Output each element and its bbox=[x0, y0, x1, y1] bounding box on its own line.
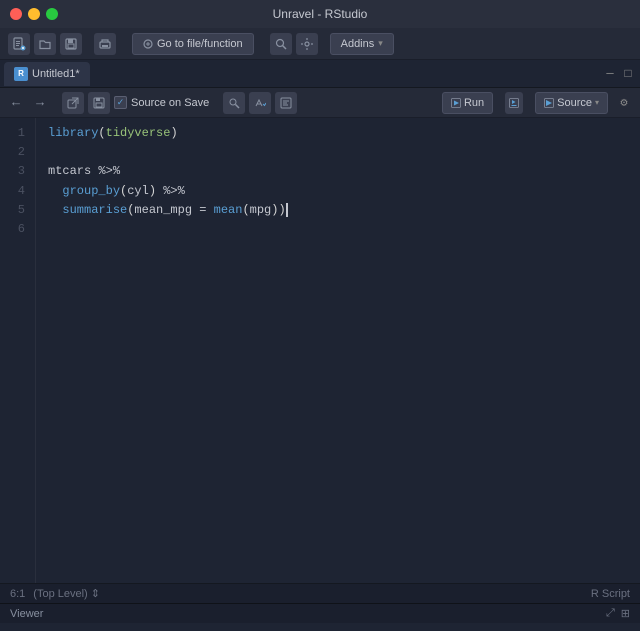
code-line-5: summarise(mean_mpg = mean(mpg)) bbox=[48, 201, 628, 220]
print-button[interactable] bbox=[94, 33, 116, 55]
source-on-save-checkbox[interactable]: ✓ bbox=[114, 96, 127, 109]
maximize-button[interactable] bbox=[46, 8, 58, 20]
minimize-button[interactable] bbox=[28, 8, 40, 20]
line-num-1: 1 bbox=[0, 124, 25, 143]
open-file-button[interactable] bbox=[34, 33, 56, 55]
goto-button[interactable]: Go to file/function bbox=[132, 33, 254, 55]
code-token: library bbox=[48, 124, 98, 143]
editor-toolbar: ← → ✓ Source on Save bbox=[0, 88, 640, 118]
cursor-position: 6:1 bbox=[10, 588, 25, 600]
source-on-save-label: Source on Save bbox=[131, 97, 209, 109]
tab-end-buttons: ─ □ bbox=[602, 66, 636, 82]
editor-tab[interactable]: R Untitled1* bbox=[4, 62, 90, 86]
compile-button[interactable] bbox=[275, 92, 297, 114]
window-title: Unravel - RStudio bbox=[273, 7, 368, 21]
forward-button[interactable]: → bbox=[30, 93, 50, 113]
toolbar-settings-button[interactable]: ⚙ bbox=[614, 93, 634, 113]
search-in-editor-button[interactable] bbox=[223, 92, 245, 114]
r-file-icon: R bbox=[14, 67, 28, 81]
source-dropdown-arrow: ▾ bbox=[595, 98, 599, 107]
addins-arrow: ▾ bbox=[378, 38, 383, 49]
close-button[interactable] bbox=[10, 8, 22, 20]
bottom-bar: Viewer ⤢ ⊞ bbox=[0, 603, 640, 623]
expand-button[interactable]: □ bbox=[620, 66, 636, 82]
viewer-label: Viewer bbox=[10, 608, 43, 620]
line-num-3: 3 bbox=[0, 162, 25, 181]
run-button[interactable]: Run bbox=[442, 92, 493, 114]
save-file-button[interactable] bbox=[88, 92, 110, 114]
line-num-4: 4 bbox=[0, 182, 25, 201]
addins-button[interactable]: Addins ▾ bbox=[330, 33, 394, 55]
run-down-button[interactable] bbox=[505, 92, 523, 114]
status-bar: 6:1 (Top Level) ⇕ R Script bbox=[0, 583, 640, 603]
menu-bar: Go to file/function Addins ▾ bbox=[0, 28, 640, 60]
addins-label: Addins bbox=[341, 38, 375, 50]
goto-label: Go to file/function bbox=[157, 38, 243, 50]
run-label: Run bbox=[464, 97, 484, 109]
editor-area: 1 2 3 4 5 6 library(tidyverse) mtcars %>… bbox=[0, 118, 640, 583]
search-button[interactable] bbox=[270, 33, 292, 55]
code-line-2 bbox=[48, 143, 628, 162]
scope-level: (Top Level) ⇕ bbox=[33, 587, 100, 600]
source-button[interactable]: Source ▾ bbox=[535, 92, 608, 114]
save-button[interactable] bbox=[60, 33, 82, 55]
source-on-save-button[interactable]: ✓ Source on Save bbox=[114, 96, 209, 109]
back-button[interactable]: ← bbox=[6, 93, 26, 113]
tab-bar: R Untitled1* ─ □ bbox=[0, 60, 640, 88]
code-line-6 bbox=[48, 220, 628, 239]
collapse-button[interactable]: ─ bbox=[602, 66, 618, 82]
line-num-2: 2 bbox=[0, 143, 25, 162]
bottom-right-controls: ⤢ ⊞ bbox=[606, 607, 630, 620]
resize-icon[interactable]: ⤢ bbox=[606, 607, 615, 620]
line-num-6: 6 bbox=[0, 220, 25, 239]
spell-check-button[interactable] bbox=[249, 92, 271, 114]
expand-icon[interactable]: ⊞ bbox=[621, 607, 630, 620]
line-num-5: 5 bbox=[0, 201, 25, 220]
code-editor[interactable]: library(tidyverse) mtcars %>% group_by(c… bbox=[36, 118, 640, 583]
source-label: Source bbox=[557, 97, 592, 109]
code-line-4: group_by(cyl) %>% bbox=[48, 182, 628, 201]
tab-name: Untitled1* bbox=[32, 68, 80, 80]
show-in-new-window-button[interactable] bbox=[62, 92, 84, 114]
options-button[interactable] bbox=[296, 33, 318, 55]
window-controls bbox=[10, 8, 58, 20]
line-numbers: 1 2 3 4 5 6 bbox=[0, 118, 36, 583]
text-cursor bbox=[286, 203, 288, 217]
script-type: R Script bbox=[591, 588, 630, 600]
new-file-button[interactable] bbox=[8, 33, 30, 55]
title-bar: Unravel - RStudio bbox=[0, 0, 640, 28]
code-line-1: library(tidyverse) bbox=[48, 124, 628, 143]
code-line-3: mtcars %>% bbox=[48, 162, 628, 181]
